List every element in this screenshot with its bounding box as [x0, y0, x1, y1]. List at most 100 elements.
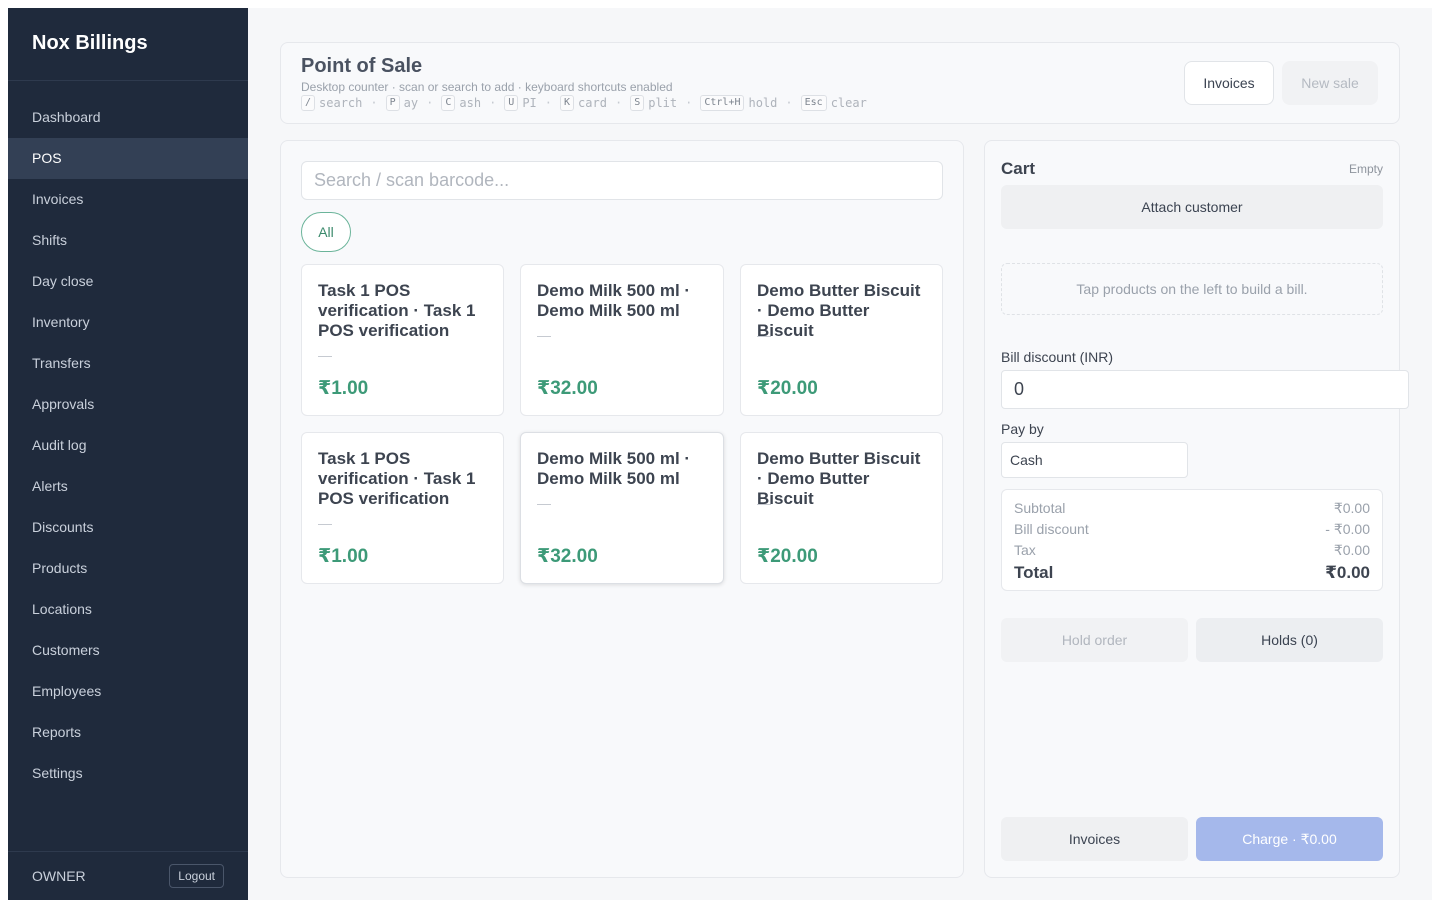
- shortcut-key: C: [441, 95, 456, 111]
- products-panel: All Task 1 POS verification · Task 1 POS…: [280, 140, 964, 878]
- sidebar-item-customers[interactable]: Customers: [8, 630, 248, 671]
- new-sale-button[interactable]: New sale: [1282, 61, 1378, 105]
- total-row: Total ₹0.00: [1014, 561, 1370, 585]
- product-name: Task 1 POS verification · Task 1 POS ver…: [318, 449, 476, 508]
- tax-value: ₹0.00: [1333, 542, 1370, 558]
- sidebar-item-transfers[interactable]: Transfers: [8, 343, 248, 384]
- sidebar-item-day-close[interactable]: Day close: [8, 261, 248, 302]
- product-card[interactable]: Task 1 POS verification · Task 1 POS ver…: [301, 264, 504, 416]
- bill-discount-row-label: Bill discount: [1014, 521, 1089, 537]
- product-meta: —: [757, 495, 771, 511]
- sidebar-item-discounts[interactable]: Discounts: [8, 507, 248, 548]
- product-card[interactable]: Demo Butter Biscuit · Demo Butter Biscui…: [740, 432, 943, 584]
- page-title: Point of Sale: [301, 55, 423, 77]
- product-price: ₹20.00: [757, 546, 818, 567]
- app-root: Nox Billings Dashboard POS Invoices Shifts D…: [8, 8, 1432, 900]
- keyboard-shortcuts: / search · Pay · Cash · U PI · Kcard · Split · Ctrl+H h…: [301, 95, 875, 111]
- shortcut-separator: ·: [544, 96, 553, 110]
- shortcut-separator: ·: [685, 96, 693, 110]
- sidebar-nav: Dashboard POS Invoices Shifts Day close Inven…: [8, 81, 248, 794]
- shortcut-label: PI: [522, 96, 537, 110]
- shortcut-label: hold: [748, 96, 778, 110]
- shortcut-separator: ·: [785, 96, 793, 110]
- product-meta: —: [318, 515, 332, 531]
- bill-discount-row: Bill discount - ₹0.00: [1014, 519, 1370, 540]
- shortcut-key: P: [385, 95, 400, 111]
- product-card[interactable]: Task 1 POS verification · Task 1 POS ver…: [301, 432, 504, 584]
- pay-by-select[interactable]: Cash: [1001, 442, 1188, 478]
- shortcut-separator: ·: [370, 96, 378, 110]
- sidebar-item-approvals[interactable]: Approvals: [8, 384, 248, 425]
- sidebar-item-pos[interactable]: POS: [8, 138, 248, 179]
- brand-logo: Nox Billings: [8, 8, 248, 81]
- sidebar-item-reports[interactable]: Reports: [8, 712, 248, 753]
- total-label: Total: [1014, 563, 1054, 582]
- shortcut-label: ay: [403, 96, 419, 110]
- product-meta: —: [537, 327, 551, 343]
- cart-panel: Cart Empty Attach customer Tap products …: [984, 140, 1409, 878]
- sidebar-item-locations[interactable]: Locations: [8, 589, 248, 630]
- product-grid: Task 1 POS verification · Task 1 POS ver…: [301, 264, 943, 584]
- shortcut-label: ash: [459, 96, 482, 110]
- sidebar-item-products[interactable]: Products: [8, 548, 248, 589]
- sidebar-item-alerts[interactable]: Alerts: [8, 466, 248, 507]
- cart-empty-hint: Tap products on the left to build a bill…: [1001, 263, 1383, 315]
- product-price: ₹32.00: [537, 546, 598, 567]
- shortcut-label: plit: [648, 96, 678, 110]
- shortcut-key: Ctrl+H: [700, 95, 745, 111]
- shortcut-key: Esc: [800, 95, 827, 111]
- pay-by-label: Pay by: [1001, 421, 1044, 437]
- shortcut-key: K: [560, 95, 575, 111]
- product-card[interactable]: Demo Milk 500 ml · Demo Milk 500 ml — ₹32.…: [520, 432, 724, 584]
- attach-customer-button[interactable]: Attach customer: [1001, 185, 1383, 229]
- product-meta: —: [757, 327, 771, 343]
- product-price: ₹32.00: [537, 378, 598, 399]
- product-price: ₹20.00: [757, 378, 818, 399]
- total-value: ₹0.00: [1325, 563, 1370, 582]
- logout-button[interactable]: Logout: [169, 864, 224, 888]
- product-price: ₹1.00: [318, 546, 369, 567]
- shortcut-label: search: [319, 96, 363, 110]
- shortcut-separator: ·: [426, 96, 434, 110]
- product-card[interactable]: Demo Butter Biscuit · Demo Butter Biscui…: [740, 264, 943, 416]
- sidebar-item-employees[interactable]: Employees: [8, 671, 248, 712]
- product-name: Demo Butter Biscuit · Demo Butter Biscui…: [757, 281, 921, 340]
- shortcut-key: S: [630, 95, 645, 111]
- tax-row: Tax ₹0.00: [1014, 540, 1370, 561]
- category-chip-all[interactable]: All: [301, 212, 351, 252]
- shortcut-separator: ·: [489, 96, 497, 110]
- hold-order-button[interactable]: Hold order: [1001, 618, 1188, 662]
- subtotal-label: Subtotal: [1014, 500, 1066, 516]
- shortcut-key: U: [504, 95, 519, 111]
- product-name: Demo Butter Biscuit · Demo Butter Biscui…: [757, 449, 921, 508]
- product-price: ₹1.00: [318, 378, 369, 399]
- sidebar-item-shifts[interactable]: Shifts: [8, 220, 248, 261]
- shortcut-label: card: [578, 96, 607, 110]
- product-name: Demo Milk 500 ml · Demo Milk 500 ml: [537, 449, 691, 488]
- sidebar: Nox Billings Dashboard POS Invoices Shifts D…: [8, 8, 248, 900]
- bill-discount-row-value: - ₹0.00: [1325, 521, 1370, 537]
- product-search-input[interactable]: [301, 161, 943, 200]
- bill-discount-label: Bill discount (INR): [1001, 349, 1114, 365]
- sidebar-footer: OWNER Logout: [8, 851, 248, 900]
- header-invoices-button[interactable]: Invoices: [1184, 61, 1274, 105]
- sidebar-item-inventory[interactable]: Inventory: [8, 302, 248, 343]
- holds-button[interactable]: Holds (0): [1196, 618, 1383, 662]
- product-card[interactable]: Demo Milk 500 ml · Demo Milk 500 ml — ₹32.…: [520, 264, 724, 416]
- cart-invoices-button[interactable]: Invoices: [1001, 817, 1188, 861]
- sidebar-item-audit-log[interactable]: Audit log: [8, 425, 248, 466]
- sidebar-item-invoices[interactable]: Invoices: [8, 179, 248, 220]
- sidebar-item-dashboard[interactable]: Dashboard: [8, 97, 248, 138]
- totals-box: Subtotal ₹0.00 Bill discount - ₹0.00 Tax…: [1001, 489, 1383, 591]
- subtotal-row: Subtotal ₹0.00: [1014, 498, 1370, 519]
- product-name: Task 1 POS verification · Task 1 POS ver…: [318, 281, 476, 340]
- user-role: OWNER: [32, 868, 86, 884]
- subtotal-value: ₹0.00: [1333, 500, 1370, 516]
- charge-button[interactable]: Charge · ₹0.00: [1196, 817, 1383, 861]
- page-subtitle: Desktop counter · scan or search to add …: [301, 80, 673, 94]
- product-meta: —: [537, 495, 551, 511]
- product-name: Demo Milk 500 ml · Demo Milk 500 ml: [537, 281, 691, 320]
- bill-discount-input[interactable]: [1001, 370, 1409, 409]
- sidebar-item-settings[interactable]: Settings: [8, 753, 248, 794]
- shortcut-label: clear: [830, 96, 867, 110]
